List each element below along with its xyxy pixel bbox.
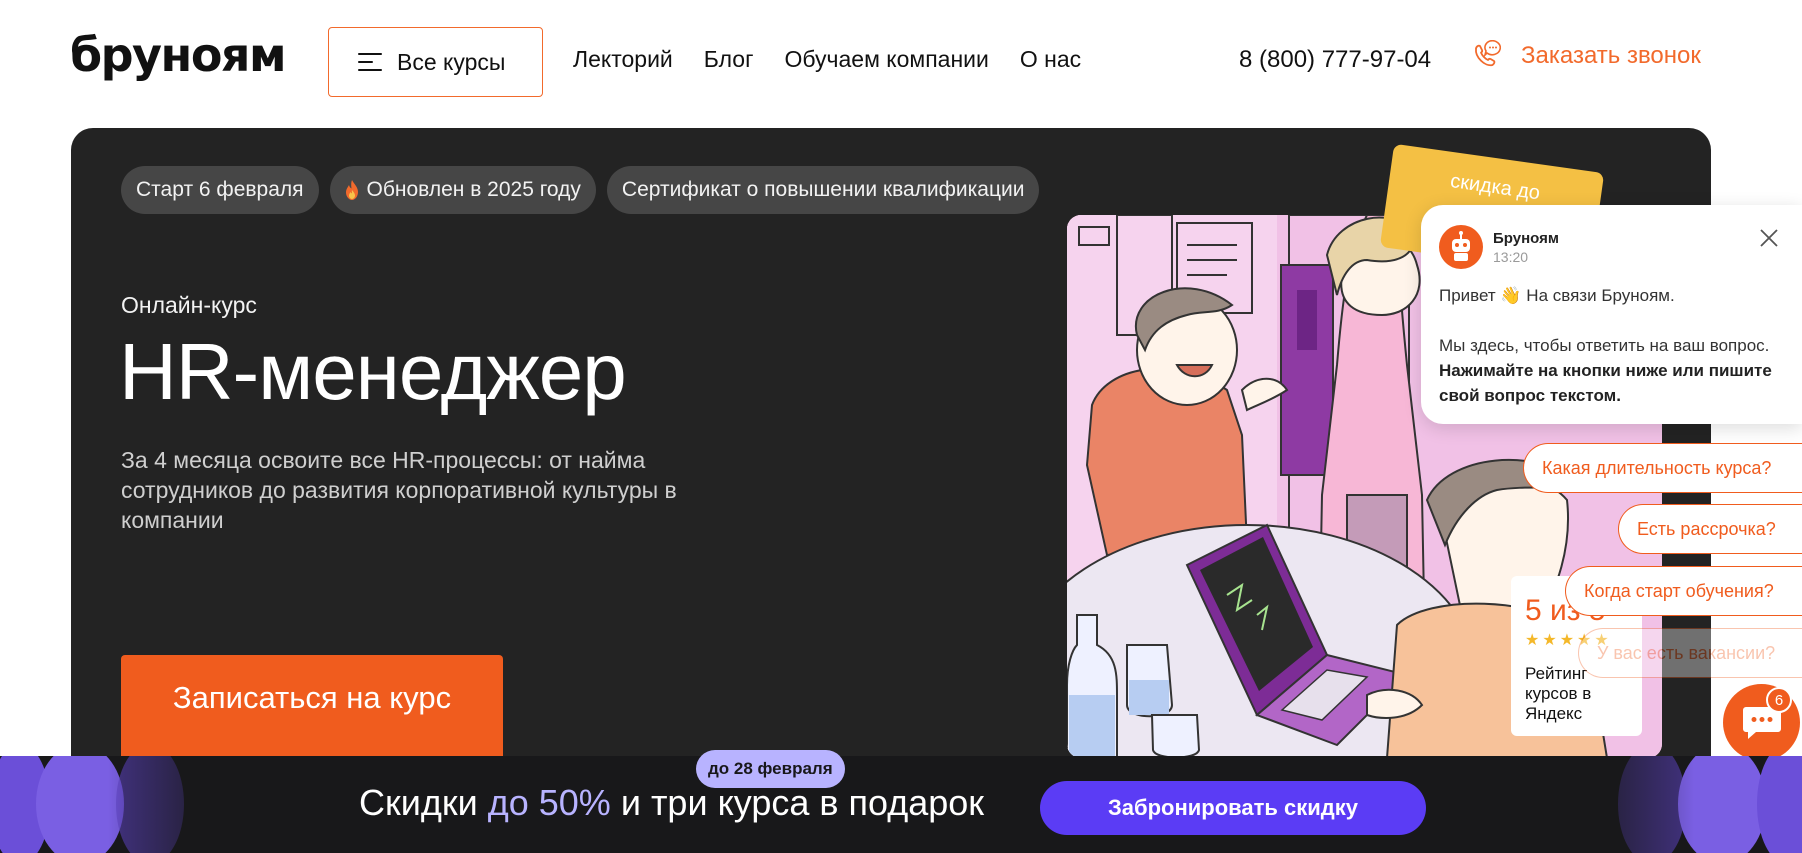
chat-greeting: Привет 👋 На связи Бруноям. — [1439, 286, 1675, 305]
badge-updated: Обновлен в 2025 году — [329, 166, 596, 214]
promo-text-accent: до 50% — [487, 782, 611, 823]
badge-certificate: Сертификат о повышении квалификации — [606, 166, 1040, 214]
chat-bot-name: Бруноям — [1493, 229, 1559, 247]
nav-item-lectures[interactable]: Лекторий — [573, 46, 673, 73]
promo-decor-right — [1562, 756, 1802, 853]
quick-reply-duration-label: Какая длительность курса? — [1542, 457, 1772, 478]
bot-avatar — [1439, 225, 1483, 269]
site-header: бруноям Все курсы Лекторий Блог Обучаем … — [0, 0, 1802, 124]
main-nav: Лекторий Блог Обучаем компании О нас — [573, 46, 1112, 73]
promo-headline: Скидки до 50% и три курса в подарок — [359, 782, 984, 824]
badge-row: Старт 6 февраля Обновлен в 2025 году Сер… — [121, 166, 1050, 214]
unread-count-badge: 6 — [1766, 687, 1792, 713]
course-description: За 4 месяца освоите все HR-процессы: от … — [121, 447, 677, 533]
callback-label: Заказать звонок — [1521, 42, 1701, 69]
promo-bar: Скидки до 50% и три курса в подарок Забр… — [0, 756, 1802, 853]
close-icon[interactable] — [1758, 227, 1780, 249]
promo-text-after: и три курса в подарок — [610, 782, 985, 823]
quick-reply-start-label: Когда старт обучения? — [1584, 580, 1774, 601]
quick-reply-installment-label: Есть рассрочка? — [1637, 518, 1776, 539]
course-title: HR-менеджер — [119, 327, 627, 416]
quick-reply-start[interactable]: Когда старт обучения? — [1565, 566, 1802, 616]
all-courses-button[interactable]: Все курсы — [328, 27, 543, 97]
all-courses-label: Все курсы — [397, 48, 506, 75]
promo-deadline-tag: до 28 февраля — [696, 750, 845, 788]
chat-header: Бруноям 13:20 — [1439, 225, 1784, 269]
quick-reply-duration[interactable]: Какая длительность курса? — [1523, 443, 1802, 493]
coupon-text: скидка до — [1448, 170, 1542, 205]
quick-reply-installment[interactable]: Есть рассрочка? — [1618, 504, 1802, 554]
nav-item-blog[interactable]: Блог — [704, 46, 754, 73]
promo-decor-left — [0, 756, 240, 853]
phone-number[interactable]: 8 (800) 777-97-04 — [1239, 46, 1431, 74]
brand-logo[interactable]: бруноям — [70, 28, 287, 82]
course-type-label: Онлайн-курс — [121, 292, 257, 318]
chat-timestamp: 13:20 — [1493, 248, 1529, 265]
badge-updated-label: Обновлен в 2025 году — [366, 178, 581, 201]
nav-item-about[interactable]: О нас — [1020, 46, 1081, 73]
book-discount-button[interactable]: Забронировать скидку — [1040, 781, 1426, 835]
chat-body-regular: Мы здесь, чтобы ответить на ваш вопрос. — [1439, 336, 1770, 355]
badge-certificate-label: Сертификат о повышении квалификации — [621, 178, 1025, 201]
robot-icon — [1452, 231, 1470, 261]
nav-item-companies[interactable]: Обучаем компании — [784, 46, 988, 73]
quick-reply-vacancies[interactable]: У вас есть вакансии? — [1578, 628, 1802, 678]
badge-start-date-label: Старт 6 февраля — [136, 178, 304, 201]
fire-icon — [345, 180, 358, 200]
chat-message: Привет 👋 На связи Бруноям. Мы здесь, что… — [1439, 283, 1779, 408]
menu-icon — [358, 53, 382, 71]
chat-body: Мы здесь, чтобы ответить на ваш вопрос. … — [1439, 333, 1779, 408]
callback-link[interactable]: Заказать звонок — [1471, 40, 1701, 72]
enroll-button[interactable]: Записаться на курс — [121, 655, 503, 760]
quick-reply-vacancies-label: У вас есть вакансии? — [1597, 642, 1776, 663]
chat-body-bold: Нажимайте на кнопки ниже или пишите свой… — [1439, 361, 1772, 405]
badge-start-date: Старт 6 февраля — [121, 166, 319, 214]
chat-widget: Бруноям 13:20 Привет 👋 На связи Бруноям.… — [1421, 205, 1802, 424]
promo-text-before: Скидки — [359, 782, 488, 823]
phone-chat-icon — [1475, 40, 1501, 67]
